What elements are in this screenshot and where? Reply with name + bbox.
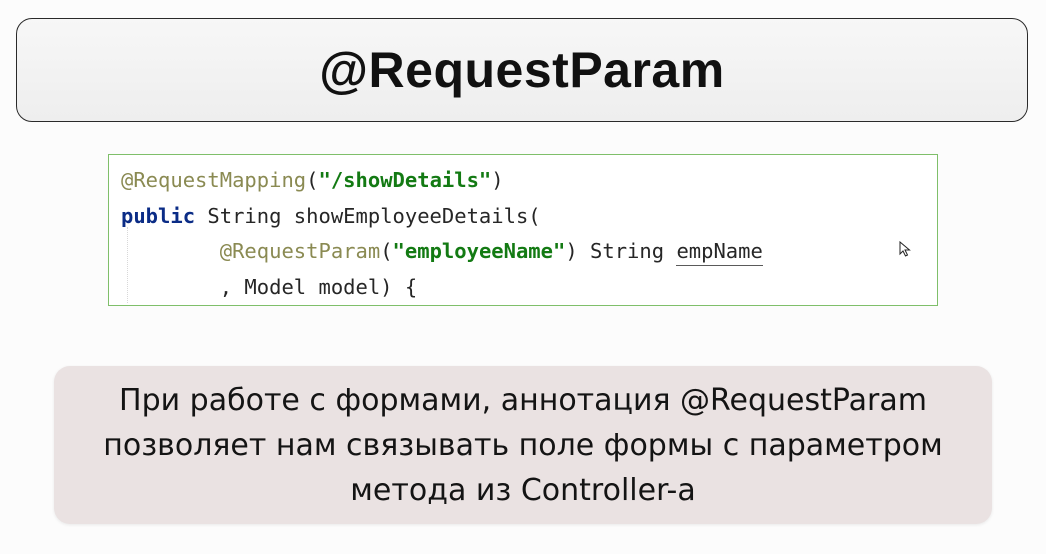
code-text: String showEmployeeDetails( [195,203,541,228]
code-line-3: @RequestParam("employeeName") String emp… [121,234,937,270]
code-paren: ) [491,168,504,192]
indent-guide [127,227,128,303]
code-keyword: public [121,203,196,228]
explanation-line: метода из Controller-a [350,472,696,508]
code-annotation: @RequestParam [219,239,381,263]
code-annotation: @RequestMapping [121,168,307,192]
code-line-2: public String showEmployeeDetails( [121,199,937,235]
code-snippet: @RequestMapping("/showDetails") public S… [108,154,938,306]
code-line-4: , Model model) { [121,270,937,306]
code-paren: ( [306,168,319,192]
slide-title: @RequestParam [319,42,725,98]
code-line-1: @RequestMapping("/showDetails") [121,163,937,199]
explanation-line: При работе с формами, аннотация @Request… [119,382,927,418]
explanation-callout: При работе с формами, аннотация @Request… [54,366,992,524]
mouse-pointer-icon [899,241,911,257]
code-text: , Model model) { [121,274,418,299]
code-string: "/showDetails" [318,168,492,192]
code-text: ) String [565,239,677,263]
code-paren: ( [380,239,393,263]
explanation-line: позволяет нам связывать поле формы с пар… [103,427,943,463]
code-parameter-name: empName [676,239,763,266]
code-string: "employeeName" [392,239,566,263]
title-banner: @RequestParam [16,18,1028,122]
